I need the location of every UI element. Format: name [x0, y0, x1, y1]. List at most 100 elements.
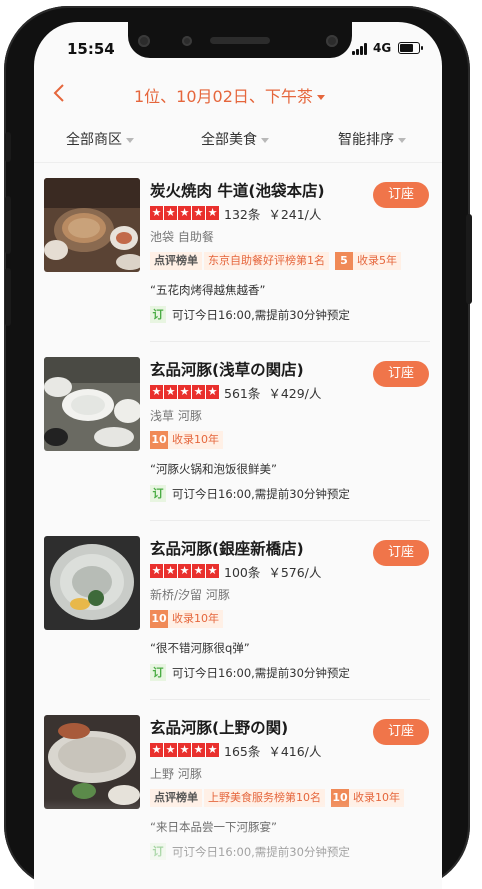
- years-badge-number: 10: [331, 789, 349, 807]
- restaurant-card[interactable]: 玄品河豚(銀座新橋店) 订座 ★ ★ ★ ★ ★ 100条 ￥576/人 新桥/汐留 河…: [34, 522, 442, 700]
- area-category: 上野 河豚: [150, 767, 202, 781]
- availability: 订 可订今日16:00,需提前30分钟预定: [150, 485, 350, 502]
- restaurant-photo: [44, 715, 140, 809]
- review-price: 165条 ￥416/人: [224, 741, 321, 760]
- area-category: 浅草 河豚: [150, 409, 202, 423]
- badge-row: 10 收录10年: [150, 431, 223, 449]
- restaurant-photo: [44, 357, 140, 451]
- star-icon: ★: [164, 385, 178, 399]
- star-icon: ★: [150, 564, 164, 578]
- battery-icon: [398, 42, 423, 54]
- restaurant-name: 玄品河豚(銀座新橋店): [150, 540, 304, 558]
- years-badge-text: 收录5年: [353, 252, 401, 270]
- book-button[interactable]: 订座: [373, 361, 429, 387]
- restaurant-card[interactable]: 炭火焼肉 牛道(池袋本店) 订座 ★ ★ ★ ★ ★ 132条 ￥241/人 池袋 自助…: [34, 164, 442, 342]
- filter-sort[interactable]: 智能排序: [338, 129, 406, 149]
- speaker-grille: [210, 37, 270, 44]
- star-icon: ★: [164, 206, 178, 220]
- years-badge-number: 10: [150, 431, 168, 449]
- restaurant-card[interactable]: 玄品河豚(浅草の関店) 订座 ★ ★ ★ ★ ★ 561条 ￥429/人 浅草 河豚 1…: [34, 343, 442, 521]
- filter-bar: 全部商区 全部美食 智能排序: [34, 122, 442, 163]
- filter-area-label: 全部商区: [66, 132, 122, 148]
- star-rating: ★ ★ ★ ★ ★: [150, 385, 220, 399]
- booking-selector-label: 1位、10月02日、下午茶: [134, 87, 313, 106]
- avg-price: ￥241/人: [268, 207, 322, 222]
- filter-cuisine[interactable]: 全部美食: [201, 129, 269, 149]
- star-icon: ★: [192, 385, 206, 399]
- availability-text: 可订今日16:00,需提前30分钟预定: [172, 844, 350, 859]
- caret-down-icon: [126, 137, 134, 143]
- restaurant-photo: [44, 536, 140, 630]
- front-camera-icon: [326, 35, 338, 47]
- review-count: 561条: [224, 386, 261, 401]
- camera-icon: [138, 35, 150, 47]
- volume-up-button: [5, 196, 11, 254]
- review-quote: “河豚火锅和泡饭很鲜美”: [150, 462, 277, 476]
- filter-sort-label: 智能排序: [338, 132, 394, 148]
- ranking-tag: 点评榜单: [150, 789, 202, 807]
- back-arrow-icon[interactable]: [48, 81, 72, 105]
- divider: [150, 520, 430, 521]
- star-icon: ★: [178, 206, 192, 220]
- screen: 15:54 4G 1位、10月02日、下午茶 全部商区 全部美食 智能排序 炭火…: [34, 22, 442, 889]
- filter-area[interactable]: 全部商区: [66, 129, 134, 149]
- booking-selector[interactable]: 1位、10月02日、下午茶: [134, 83, 325, 107]
- phone-notch: [128, 22, 352, 58]
- avg-price: ￥576/人: [268, 565, 322, 580]
- availability-text: 可订今日16:00,需提前30分钟预定: [172, 307, 350, 322]
- ranking-text: 东京自助餐好评榜第1名: [204, 252, 329, 270]
- area-category: 池袋 自助餐: [150, 230, 214, 244]
- ranking-tag: 点评榜单: [150, 252, 202, 270]
- star-icon: ★: [178, 564, 192, 578]
- years-badge-text: 收录10年: [168, 431, 223, 449]
- star-icon: ★: [164, 743, 178, 757]
- star-icon: ★: [178, 385, 192, 399]
- nav-bar: 1位、10月02日、下午茶: [34, 74, 442, 114]
- years-badge-text: 收录10年: [349, 789, 404, 807]
- star-icon: ★: [164, 564, 178, 578]
- years-badge-number: 5: [335, 252, 353, 270]
- availability: 订 可订今日16:00,需提前30分钟预定: [150, 306, 350, 323]
- avg-price: ￥429/人: [268, 386, 322, 401]
- network-label: 4G: [373, 41, 392, 55]
- status-time: 15:54: [67, 40, 115, 58]
- star-icon: ★: [192, 206, 206, 220]
- volume-down-button: [5, 268, 11, 326]
- star-rating: ★ ★ ★ ★ ★: [150, 206, 220, 220]
- star-rating: ★ ★ ★ ★ ★: [150, 743, 220, 757]
- book-tag-icon: 订: [150, 664, 166, 681]
- star-icon: ★: [150, 206, 164, 220]
- star-icon: ★: [206, 206, 220, 220]
- restaurant-name: 玄品河豚(浅草の関店): [150, 361, 304, 379]
- ranking-text: 上野美食服务榜第10名: [204, 789, 325, 807]
- book-button[interactable]: 订座: [373, 719, 429, 745]
- star-icon: ★: [206, 564, 220, 578]
- restaurant-card[interactable]: 玄品河豚(上野の関) 订座 ★ ★ ★ ★ ★ 165条 ￥416/人 上野 河豚 点评…: [34, 701, 442, 879]
- divider: [150, 699, 430, 700]
- availability-text: 可订今日16:00,需提前30分钟预定: [172, 486, 350, 501]
- years-badge-number: 10: [150, 610, 168, 628]
- review-quote: “来日本品尝一下河豚宴”: [150, 820, 277, 834]
- power-button: [466, 214, 472, 304]
- years-badge-text: 收录10年: [168, 610, 223, 628]
- caret-down-icon: [316, 95, 325, 100]
- sensor-icon: [182, 36, 192, 46]
- star-icon: ★: [192, 564, 206, 578]
- review-price: 561条 ￥429/人: [224, 383, 321, 402]
- book-button[interactable]: 订座: [373, 182, 429, 208]
- star-icon: ★: [150, 743, 164, 757]
- review-price: 100条 ￥576/人: [224, 562, 321, 581]
- restaurant-name: 玄品河豚(上野の関): [150, 719, 289, 737]
- caret-down-icon: [261, 137, 269, 143]
- availability: 订 可订今日16:00,需提前30分钟预定: [150, 664, 350, 681]
- caret-down-icon: [398, 137, 406, 143]
- badge-row: 10 收录10年: [150, 610, 223, 628]
- badge-row: 点评榜单 上野美食服务榜第10名 10 收录10年: [150, 789, 404, 807]
- restaurant-photo: [44, 178, 140, 272]
- book-button[interactable]: 订座: [373, 540, 429, 566]
- star-icon: ★: [206, 385, 220, 399]
- book-tag-icon: 订: [150, 485, 166, 502]
- filter-cuisine-label: 全部美食: [201, 132, 257, 148]
- area-category: 新桥/汐留 河豚: [150, 588, 230, 602]
- star-icon: ★: [206, 743, 220, 757]
